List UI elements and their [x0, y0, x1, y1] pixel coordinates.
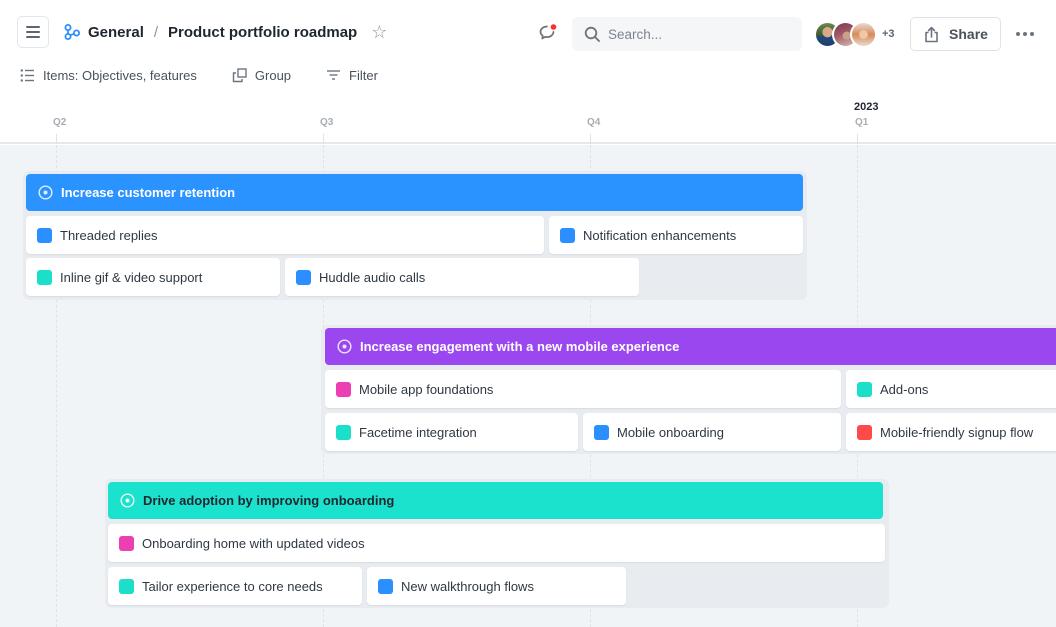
feature-label: Facetime integration — [359, 424, 477, 440]
feature-label: Huddle audio calls — [319, 269, 426, 285]
comments-icon[interactable] — [538, 23, 558, 43]
feature-label: Mobile onboarding — [617, 424, 724, 440]
feature-label: Mobile app foundations — [359, 381, 494, 397]
feature-color-icon — [857, 424, 872, 440]
feature-card[interactable]: New walkthrough flows — [367, 567, 626, 605]
feature-card[interactable]: Mobile app foundations — [325, 370, 841, 408]
feature-card[interactable]: Facetime integration — [325, 413, 578, 451]
more-options-button[interactable] — [1014, 24, 1036, 44]
top-bar: General / Product portfolio roadmap ☆ +3… — [0, 0, 1056, 64]
objective-bar[interactable]: Increase engagement with a new mobile ex… — [325, 328, 1056, 365]
feature-color-icon — [119, 535, 134, 551]
share-icon — [925, 26, 938, 42]
search-icon — [584, 26, 600, 42]
avatar[interactable] — [850, 20, 877, 48]
objective-title: Drive adoption by improving onboarding — [143, 493, 395, 508]
objective-bar[interactable]: Increase customer retention — [26, 174, 803, 211]
star-icon[interactable]: ☆ — [371, 23, 387, 41]
timeline-header: 2023 Q2 Q3 Q4 Q1 — [0, 96, 1056, 144]
quarter-tick — [56, 134, 57, 144]
feature-color-icon — [336, 424, 351, 440]
objective-bar[interactable]: Drive adoption by improving onboarding — [108, 482, 883, 519]
more-collaborators-count[interactable]: +3 — [882, 28, 895, 40]
menu-button[interactable] — [17, 16, 49, 48]
hamburger-icon — [26, 31, 40, 33]
feature-card[interactable]: Inline gif & video support — [26, 258, 280, 296]
objective-title: Increase customer retention — [61, 185, 236, 200]
feature-label: Tailor experience to core needs — [142, 578, 323, 594]
filter-label: Filter — [349, 67, 378, 83]
quarter-tick — [323, 134, 324, 144]
objective-title: Increase engagement with a new mobile ex… — [360, 339, 680, 354]
feature-card[interactable]: Mobile onboarding — [583, 413, 841, 451]
roadmap-canvas: Increase customer retention Threaded rep… — [0, 145, 1056, 627]
list-icon — [20, 68, 34, 82]
search-input[interactable] — [608, 26, 788, 42]
feature-card[interactable]: Onboarding home with updated videos — [108, 524, 885, 562]
more-dot-icon — [1023, 32, 1027, 36]
feature-label: Inline gif & video support — [60, 269, 203, 285]
feature-color-icon — [857, 381, 872, 397]
objective-icon — [38, 185, 53, 200]
feature-color-icon — [119, 578, 134, 594]
feature-label: Mobile-friendly signup flow — [880, 424, 1034, 440]
group-icon — [232, 67, 247, 82]
feature-card[interactable]: Huddle audio calls — [285, 258, 639, 296]
share-label: Share — [949, 26, 988, 42]
feature-label: Add-ons — [880, 381, 929, 397]
items-selector[interactable]: Items: Objectives, features — [20, 68, 197, 83]
quarter-label: Q3 — [320, 117, 334, 128]
filter-icon — [327, 69, 341, 80]
more-dot-icon — [1030, 32, 1034, 36]
breadcrumb: General / Product portfolio roadmap ☆ — [63, 21, 387, 43]
workspace-icon — [64, 24, 80, 40]
feature-label: New walkthrough flows — [401, 578, 534, 594]
quarter-label: Q1 — [855, 117, 869, 128]
group-label: Group — [254, 67, 292, 83]
feature-color-icon — [378, 578, 393, 594]
feature-color-icon — [594, 424, 609, 440]
quarter-tick — [857, 134, 858, 144]
view-toolbar: Items: Objectives, features Group Filter — [20, 64, 413, 86]
year-label: 2023 — [854, 101, 879, 113]
feature-label: Threaded replies — [60, 227, 158, 243]
share-button[interactable]: Share — [910, 17, 1001, 51]
filter-button[interactable]: Filter — [326, 68, 378, 83]
breadcrumb-separator: / — [153, 23, 159, 41]
page-title: Product portfolio roadmap — [168, 23, 358, 41]
objective-icon — [337, 339, 352, 354]
feature-color-icon — [37, 227, 52, 243]
feature-card[interactable]: Tailor experience to core needs — [108, 567, 362, 605]
feature-color-icon — [560, 227, 575, 243]
search-box[interactable] — [572, 17, 802, 51]
objective-icon — [120, 493, 135, 508]
quarter-tick — [590, 134, 591, 144]
group-button[interactable]: Group — [232, 68, 291, 83]
feature-label: Onboarding home with updated videos — [142, 535, 365, 551]
quarter-label: Q2 — [53, 117, 67, 128]
quarter-label: Q4 — [587, 117, 601, 128]
collaborators[interactable]: +3 — [814, 20, 895, 48]
feature-card[interactable]: Mobile-friendly signup flow — [846, 413, 1056, 451]
feature-card[interactable]: Add-ons — [846, 370, 1056, 408]
feature-label: Notification enhancements — [583, 227, 737, 243]
feature-card[interactable]: Notification enhancements — [549, 216, 803, 254]
feature-color-icon — [336, 381, 351, 397]
breadcrumb-workspace[interactable]: General — [88, 24, 144, 41]
feature-color-icon — [37, 269, 52, 285]
feature-card[interactable]: Threaded replies — [26, 216, 544, 254]
more-dot-icon — [1016, 32, 1020, 36]
feature-color-icon — [296, 269, 311, 285]
items-label: Items: Objectives, features — [43, 67, 197, 83]
